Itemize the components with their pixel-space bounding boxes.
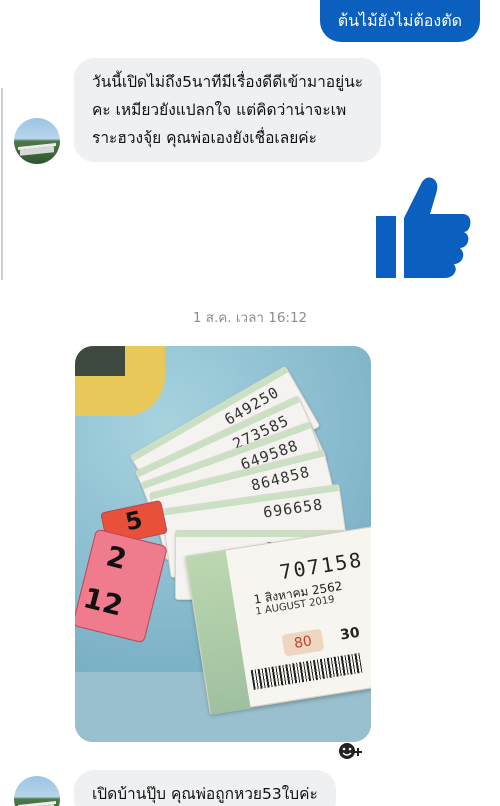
message-timestamp: 1 ส.ค. เวลา 16:12 xyxy=(192,310,308,326)
contact-avatar[interactable] xyxy=(14,118,60,164)
incoming-message-bubble[interactable]: เปิดบ้านปุ๊บ คุณพ่อถูกหวย53ใบค่ะ xyxy=(74,770,336,806)
outgoing-message-bubble[interactable]: ต้นไม้ยังไม่ต้องตัด xyxy=(319,0,480,42)
thumbs-up-icon[interactable] xyxy=(374,174,474,280)
incoming-message-text: เปิดบ้านปุ๊บ คุณพ่อถูกหวย53ใบค่ะ xyxy=(92,785,318,803)
contact-avatar[interactable] xyxy=(14,776,60,806)
left-edge-divider xyxy=(0,88,3,280)
ticket-number: 707158 xyxy=(277,547,365,585)
outgoing-message-text: ต้นไม้ยังไม่ต้องตัด xyxy=(337,10,462,30)
incoming-message-line-2: คะ เหมียวยังแปลกใจ แต่คิดว่าน่าจะเพ xyxy=(92,101,347,119)
ticket-price: 80 xyxy=(281,628,325,657)
incoming-message-line-3: ราะฮวงจุ้ย คุณพ่อเองยังเชื่อเลยค่ะ xyxy=(92,129,317,147)
main-lottery-ticket: 707158 1 สิงหาคม 2562 1 AUGUST 2019 80 3… xyxy=(185,524,371,715)
incoming-message-bubble[interactable]: วันนี้เปิดไม่ถึง5นาทีมีเรื่องดีดีเข้ามาอ… xyxy=(74,58,382,162)
incoming-message-line-1: วันนี้เปิดไม่ถึง5นาทีมีเรื่องดีดีเข้ามาอ… xyxy=(92,73,364,91)
add-reaction-icon[interactable] xyxy=(336,738,366,764)
lottery-photo[interactable]: 649250 273585 649588 864858 696658 27175… xyxy=(75,346,371,742)
ticket-set: 30 xyxy=(339,624,361,644)
barcode xyxy=(250,652,363,690)
